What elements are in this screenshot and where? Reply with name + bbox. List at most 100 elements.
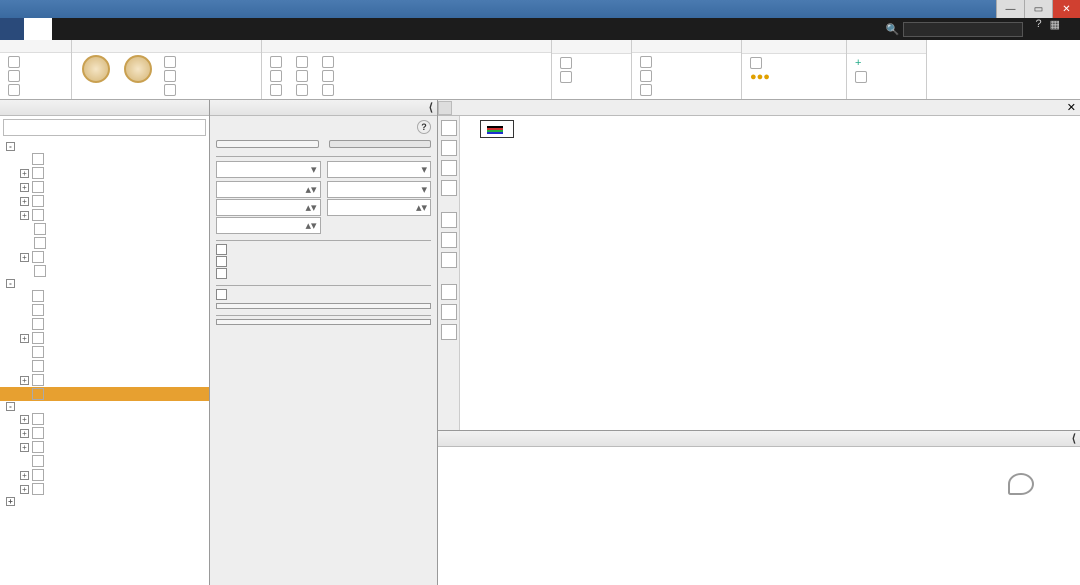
menu-user-defined[interactable]	[80, 18, 108, 40]
calculate-button[interactable]	[216, 319, 431, 325]
adjacency-button[interactable]	[266, 83, 290, 97]
rotate-tool[interactable]	[441, 232, 457, 248]
scale-button[interactable]	[160, 55, 184, 69]
minimize-button[interactable]: —	[996, 0, 1024, 18]
method-select[interactable]: ▾	[327, 161, 432, 178]
check-case-button[interactable]	[216, 140, 319, 148]
close-button[interactable]: ✕	[1052, 0, 1080, 18]
tree-results[interactable]: -	[0, 401, 209, 412]
extrapolate-checkbox[interactable]	[216, 244, 431, 255]
menu-file[interactable]	[0, 18, 24, 40]
tree-namedexpr[interactable]	[0, 264, 209, 278]
menu-view[interactable]	[164, 18, 192, 40]
tree-controls[interactable]	[0, 303, 209, 317]
turbo-topology-button[interactable]	[636, 83, 660, 97]
tree-surfaces[interactable]: +	[0, 412, 209, 426]
manage-surface-button[interactable]	[851, 70, 876, 84]
dynamic-mesh-button[interactable]	[636, 55, 660, 69]
residuals-chart[interactable]	[460, 116, 1080, 430]
tree-anim[interactable]: +	[0, 468, 209, 482]
menu-results[interactable]	[136, 18, 164, 40]
type-select[interactable]: ▾	[216, 161, 321, 178]
tree-plots[interactable]: +	[0, 440, 209, 454]
create-surface-button[interactable]: +	[851, 56, 876, 70]
axis-tool[interactable]	[441, 252, 457, 268]
specify-solid-checkbox[interactable]	[216, 268, 431, 279]
units-button[interactable]	[4, 83, 28, 97]
max-iterations-input[interactable]: ▴▾	[216, 199, 321, 216]
mixing-planes-button[interactable]	[636, 69, 660, 83]
time-step-size-input[interactable]: ▾	[327, 181, 432, 198]
settings-icon[interactable]: ▦	[1046, 18, 1064, 40]
export-tool[interactable]	[441, 324, 457, 340]
make-polyhedra-button[interactable]	[160, 83, 184, 97]
tree-cellreg[interactable]	[0, 345, 209, 359]
more-adapt-button[interactable]: ●●●	[746, 70, 785, 84]
tree-czc[interactable]: +	[0, 194, 209, 208]
profile-update-interval-input[interactable]: ▴▾	[216, 217, 321, 234]
console-close[interactable]: ⟨	[1072, 432, 1076, 445]
deactivate-button[interactable]	[292, 69, 316, 83]
tree-monitors[interactable]: +	[0, 331, 209, 345]
tree-dynmesh[interactable]	[0, 222, 209, 236]
tree-reports[interactable]: +	[0, 482, 209, 496]
tree-repdef[interactable]	[0, 317, 209, 331]
report-sim-checkbox[interactable]	[216, 256, 431, 267]
fit-tool[interactable]	[441, 212, 457, 228]
probe-tool[interactable]	[441, 284, 457, 300]
quick-search-input[interactable]	[903, 22, 1023, 37]
menu-solution[interactable]	[108, 18, 136, 40]
tree-calcact[interactable]: +	[0, 373, 209, 387]
info-button[interactable]	[4, 69, 28, 83]
tree-models[interactable]: +	[0, 166, 209, 180]
tree-general[interactable]	[0, 152, 209, 166]
pointer-tool[interactable]	[441, 120, 457, 136]
console-output[interactable]	[438, 447, 1080, 585]
combine-button[interactable]	[266, 55, 290, 69]
replace-mesh-button[interactable]	[318, 69, 342, 83]
transform-button[interactable]	[160, 69, 184, 83]
tree-scene[interactable]	[0, 454, 209, 468]
task-page-resize[interactable]: ⟨	[429, 101, 433, 114]
help-icon[interactable]: ?	[417, 120, 431, 134]
refine-coarsen-button[interactable]	[746, 56, 785, 70]
tree-refval[interactable]	[0, 236, 209, 250]
display-button[interactable]	[4, 55, 28, 69]
append-button[interactable]	[318, 55, 342, 69]
tree-setup[interactable]: -	[0, 141, 209, 152]
delete-button[interactable]	[292, 55, 316, 69]
tree-refframes[interactable]: +	[0, 250, 209, 264]
help-icon[interactable]: ?	[1031, 18, 1045, 40]
num-time-steps-input[interactable]: ▴▾	[216, 181, 321, 198]
replace-zone-button[interactable]	[318, 83, 342, 97]
chart-tab-1[interactable]	[438, 101, 452, 115]
box-tool[interactable]	[441, 180, 457, 196]
menu-domain[interactable]	[24, 18, 52, 40]
zoom-tool[interactable]	[441, 160, 457, 176]
tree-params[interactable]: +	[0, 496, 209, 507]
menu-design[interactable]	[220, 18, 248, 40]
outline-filter-input[interactable]	[3, 119, 206, 136]
snapshot-tool[interactable]	[441, 304, 457, 320]
data-file-quantities-button[interactable]	[216, 303, 431, 309]
tree-init[interactable]	[0, 359, 209, 373]
tree-runcalc[interactable]	[0, 387, 209, 401]
separate-button[interactable]	[266, 69, 290, 83]
reporting-interval-input[interactable]: ▴▾	[327, 199, 432, 216]
tree-solution[interactable]: -	[0, 278, 209, 289]
maximize-button[interactable]: ▭	[1024, 0, 1052, 18]
tree-bc[interactable]: +	[0, 208, 209, 222]
mesh-interface-button[interactable]	[556, 56, 580, 70]
tree-graphics[interactable]: +	[0, 426, 209, 440]
tree-methods[interactable]	[0, 289, 209, 303]
menu-physics[interactable]	[52, 18, 80, 40]
tree-materials[interactable]: +	[0, 180, 209, 194]
pan-tool[interactable]	[441, 140, 457, 156]
activate-button[interactable]	[292, 83, 316, 97]
quality-button[interactable]	[118, 55, 158, 84]
check-button[interactable]	[76, 55, 116, 84]
data-sampling-checkbox[interactable]	[216, 289, 431, 300]
overset-button[interactable]	[556, 70, 580, 84]
preview-mesh-motion-button[interactable]	[329, 140, 432, 148]
menu-parallel[interactable]	[192, 18, 220, 40]
